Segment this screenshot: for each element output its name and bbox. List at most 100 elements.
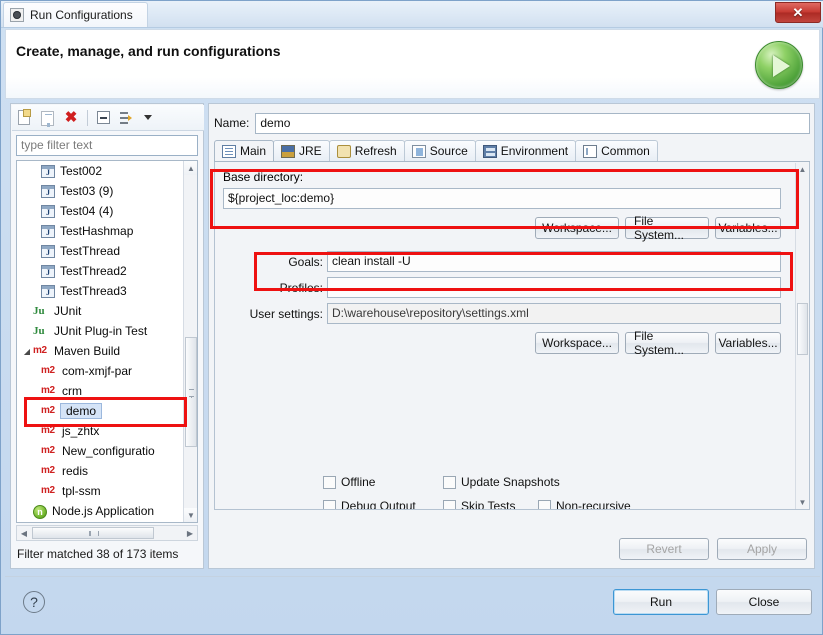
scrollbar-thumb[interactable]	[185, 337, 197, 447]
tree-item-junit[interactable]: JuJUnit	[17, 301, 197, 321]
run-play-icon	[755, 41, 803, 89]
base-dir-workspace-button[interactable]: Workspace...	[535, 217, 619, 239]
tree-item-testhashmap[interactable]: TestHashmap	[17, 221, 197, 241]
tree-item-label: com-xmjf-par	[62, 364, 132, 378]
apply-button[interactable]: Apply	[717, 538, 807, 560]
user-settings-variables-button[interactable]: Variables...	[715, 332, 781, 354]
close-button[interactable]: Close	[716, 589, 812, 615]
checkbox-box[interactable]	[323, 500, 336, 511]
tab-label: Source	[430, 144, 468, 158]
form-scroll-down-arrow-icon[interactable]: ▼	[796, 496, 809, 509]
checkbox-box[interactable]	[443, 500, 456, 511]
non-recursive-checkbox[interactable]: Non-recursive	[538, 499, 631, 510]
checkbox-box[interactable]	[323, 476, 336, 489]
tree-item-js-zhtx[interactable]: m2js_zhtx	[17, 421, 197, 441]
revert-button[interactable]: Revert	[619, 538, 709, 560]
skip-tests-checkbox[interactable]: Skip Tests	[443, 499, 515, 510]
user-settings-filesystem-button[interactable]: File System...	[625, 332, 709, 354]
tree-item-label: Test04 (4)	[60, 204, 113, 218]
run-button[interactable]: Run	[613, 589, 709, 615]
link-with-editor-icon[interactable]	[118, 109, 136, 127]
tab-main[interactable]: Main	[214, 140, 274, 161]
help-icon[interactable]: ?	[23, 591, 45, 613]
tree-item-tpl-ssm[interactable]: m2tpl-ssm	[17, 481, 197, 501]
tree-item-testthread3[interactable]: TestThread3	[17, 281, 197, 301]
tab-jre[interactable]: JRE	[273, 140, 330, 161]
tree-item-label: Maven Build	[54, 344, 120, 358]
profiles-input[interactable]	[327, 277, 781, 298]
goals-input[interactable]: clean install -U	[327, 251, 781, 272]
collapse-all-icon[interactable]	[95, 109, 113, 127]
configurations-toolbar: ✖	[12, 105, 204, 131]
tree-item-test002[interactable]: Test002	[17, 161, 197, 181]
base-directory-input[interactable]: ${project_loc:demo}	[223, 188, 781, 209]
scroll-down-arrow-icon[interactable]: ▼	[184, 508, 198, 522]
new-configuration-icon[interactable]	[16, 109, 34, 127]
tab-bar: MainJRERefresh Source EnvironmentCommon	[214, 140, 810, 162]
debug-output-checkbox[interactable]: Debug Output	[323, 499, 416, 510]
tab-common[interactable]: Common	[575, 140, 658, 161]
tree-item-test03-9[interactable]: Test03 (9)	[17, 181, 197, 201]
maven-icon: m2	[41, 363, 57, 379]
tree-item-label: New_configuratio	[62, 444, 155, 458]
tree-expander-icon[interactable]: ◢	[21, 347, 33, 356]
tree-item-testthread[interactable]: TestThread	[17, 241, 197, 261]
run-configurations-dialog: Run Configurations ✕ Create, manage, and…	[0, 0, 823, 635]
java-application-icon	[41, 285, 55, 298]
tree-item-crm[interactable]: m2crm	[17, 381, 197, 401]
delete-configuration-icon[interactable]: ✖	[62, 109, 80, 127]
tree-item-node-js-application[interactable]: nNode.js Application	[17, 501, 197, 521]
base-dir-variables-button[interactable]: Variables...	[715, 217, 781, 239]
java-application-icon	[41, 165, 55, 178]
tree-item-redis[interactable]: m2redis	[17, 461, 197, 481]
filter-input[interactable]: type filter text	[16, 135, 198, 156]
tree-item-label: Node.js Application	[52, 504, 154, 518]
toolbar-separator	[87, 110, 88, 126]
base-dir-filesystem-button[interactable]: File System...	[625, 217, 709, 239]
tree-vertical-scrollbar[interactable]: ▲ ▼	[183, 161, 197, 522]
form-vertical-scrollbar[interactable]: ▲ ▼	[795, 163, 808, 509]
tree-item-maven-build[interactable]: ◢m2Maven Build	[17, 341, 197, 361]
hscrollbar-thumb[interactable]	[32, 527, 154, 539]
title-bar: Run Configurations ✕	[1, 1, 823, 28]
scroll-right-arrow-icon[interactable]: ▶	[183, 526, 197, 540]
user-settings-workspace-button[interactable]: Workspace...	[535, 332, 619, 354]
offline-checkbox[interactable]: Offline	[323, 475, 375, 489]
tab-environment[interactable]: Environment	[475, 140, 576, 161]
checkbox-box[interactable]	[538, 500, 551, 511]
tree-item-test04-4[interactable]: Test04 (4)	[17, 201, 197, 221]
tree-item-testthread2[interactable]: TestThread2	[17, 261, 197, 281]
base-directory-label: Base directory:	[223, 170, 303, 184]
tree-item-label: TestThread3	[60, 284, 127, 298]
tree-item-label: js_zhtx	[62, 424, 99, 438]
form-scrollbar-thumb[interactable]	[797, 303, 808, 355]
scroll-left-arrow-icon[interactable]: ◀	[17, 526, 31, 540]
tab-source[interactable]: Source	[404, 140, 476, 161]
name-input[interactable]: demo	[255, 113, 810, 134]
maven-icon: m2	[41, 443, 57, 459]
java-application-icon	[41, 265, 55, 278]
duplicate-configuration-icon[interactable]	[39, 109, 57, 127]
tree-item-demo[interactable]: m2demo	[17, 401, 197, 421]
tree-item-label: Test03 (9)	[60, 184, 113, 198]
main-tab-panel: Base directory: ${project_loc:demo} Work…	[214, 162, 810, 510]
window-close-button[interactable]: ✕	[775, 2, 821, 23]
main-tab-icon	[222, 145, 236, 158]
tree-horizontal-scrollbar[interactable]: ◀ ▶	[16, 525, 198, 541]
checkbox-box[interactable]	[443, 476, 456, 489]
tree-item-com-xmjf-par[interactable]: m2 com-xmjf-par	[17, 361, 197, 381]
link-arrow-svg	[119, 111, 134, 125]
user-settings-input[interactable]: D:\warehouse\repository\settings.xml	[327, 303, 781, 324]
update-snapshots-checkbox[interactable]: Update Snapshots	[443, 475, 560, 489]
tree-item-label: JUnit	[54, 304, 81, 318]
configurations-tree[interactable]: Test002 Test03 (9) Test04 (4) TestHashmap Te…	[16, 160, 198, 523]
form-scroll-up-arrow-icon[interactable]: ▲	[796, 163, 809, 176]
update-snapshots-label: Update Snapshots	[461, 475, 560, 489]
view-menu-chevron-icon[interactable]	[144, 115, 152, 120]
tab-refresh[interactable]: Refresh	[329, 140, 405, 161]
tree-item-junit-plug-in-test[interactable]: JuJUnit Plug-in Test	[17, 321, 197, 341]
tree-item-new-configuratio[interactable]: m2 New_configuratio	[17, 441, 197, 461]
scroll-up-arrow-icon[interactable]: ▲	[184, 161, 198, 175]
tree-item-label: TestThread	[60, 244, 120, 258]
non-recursive-label: Non-recursive	[556, 499, 631, 510]
